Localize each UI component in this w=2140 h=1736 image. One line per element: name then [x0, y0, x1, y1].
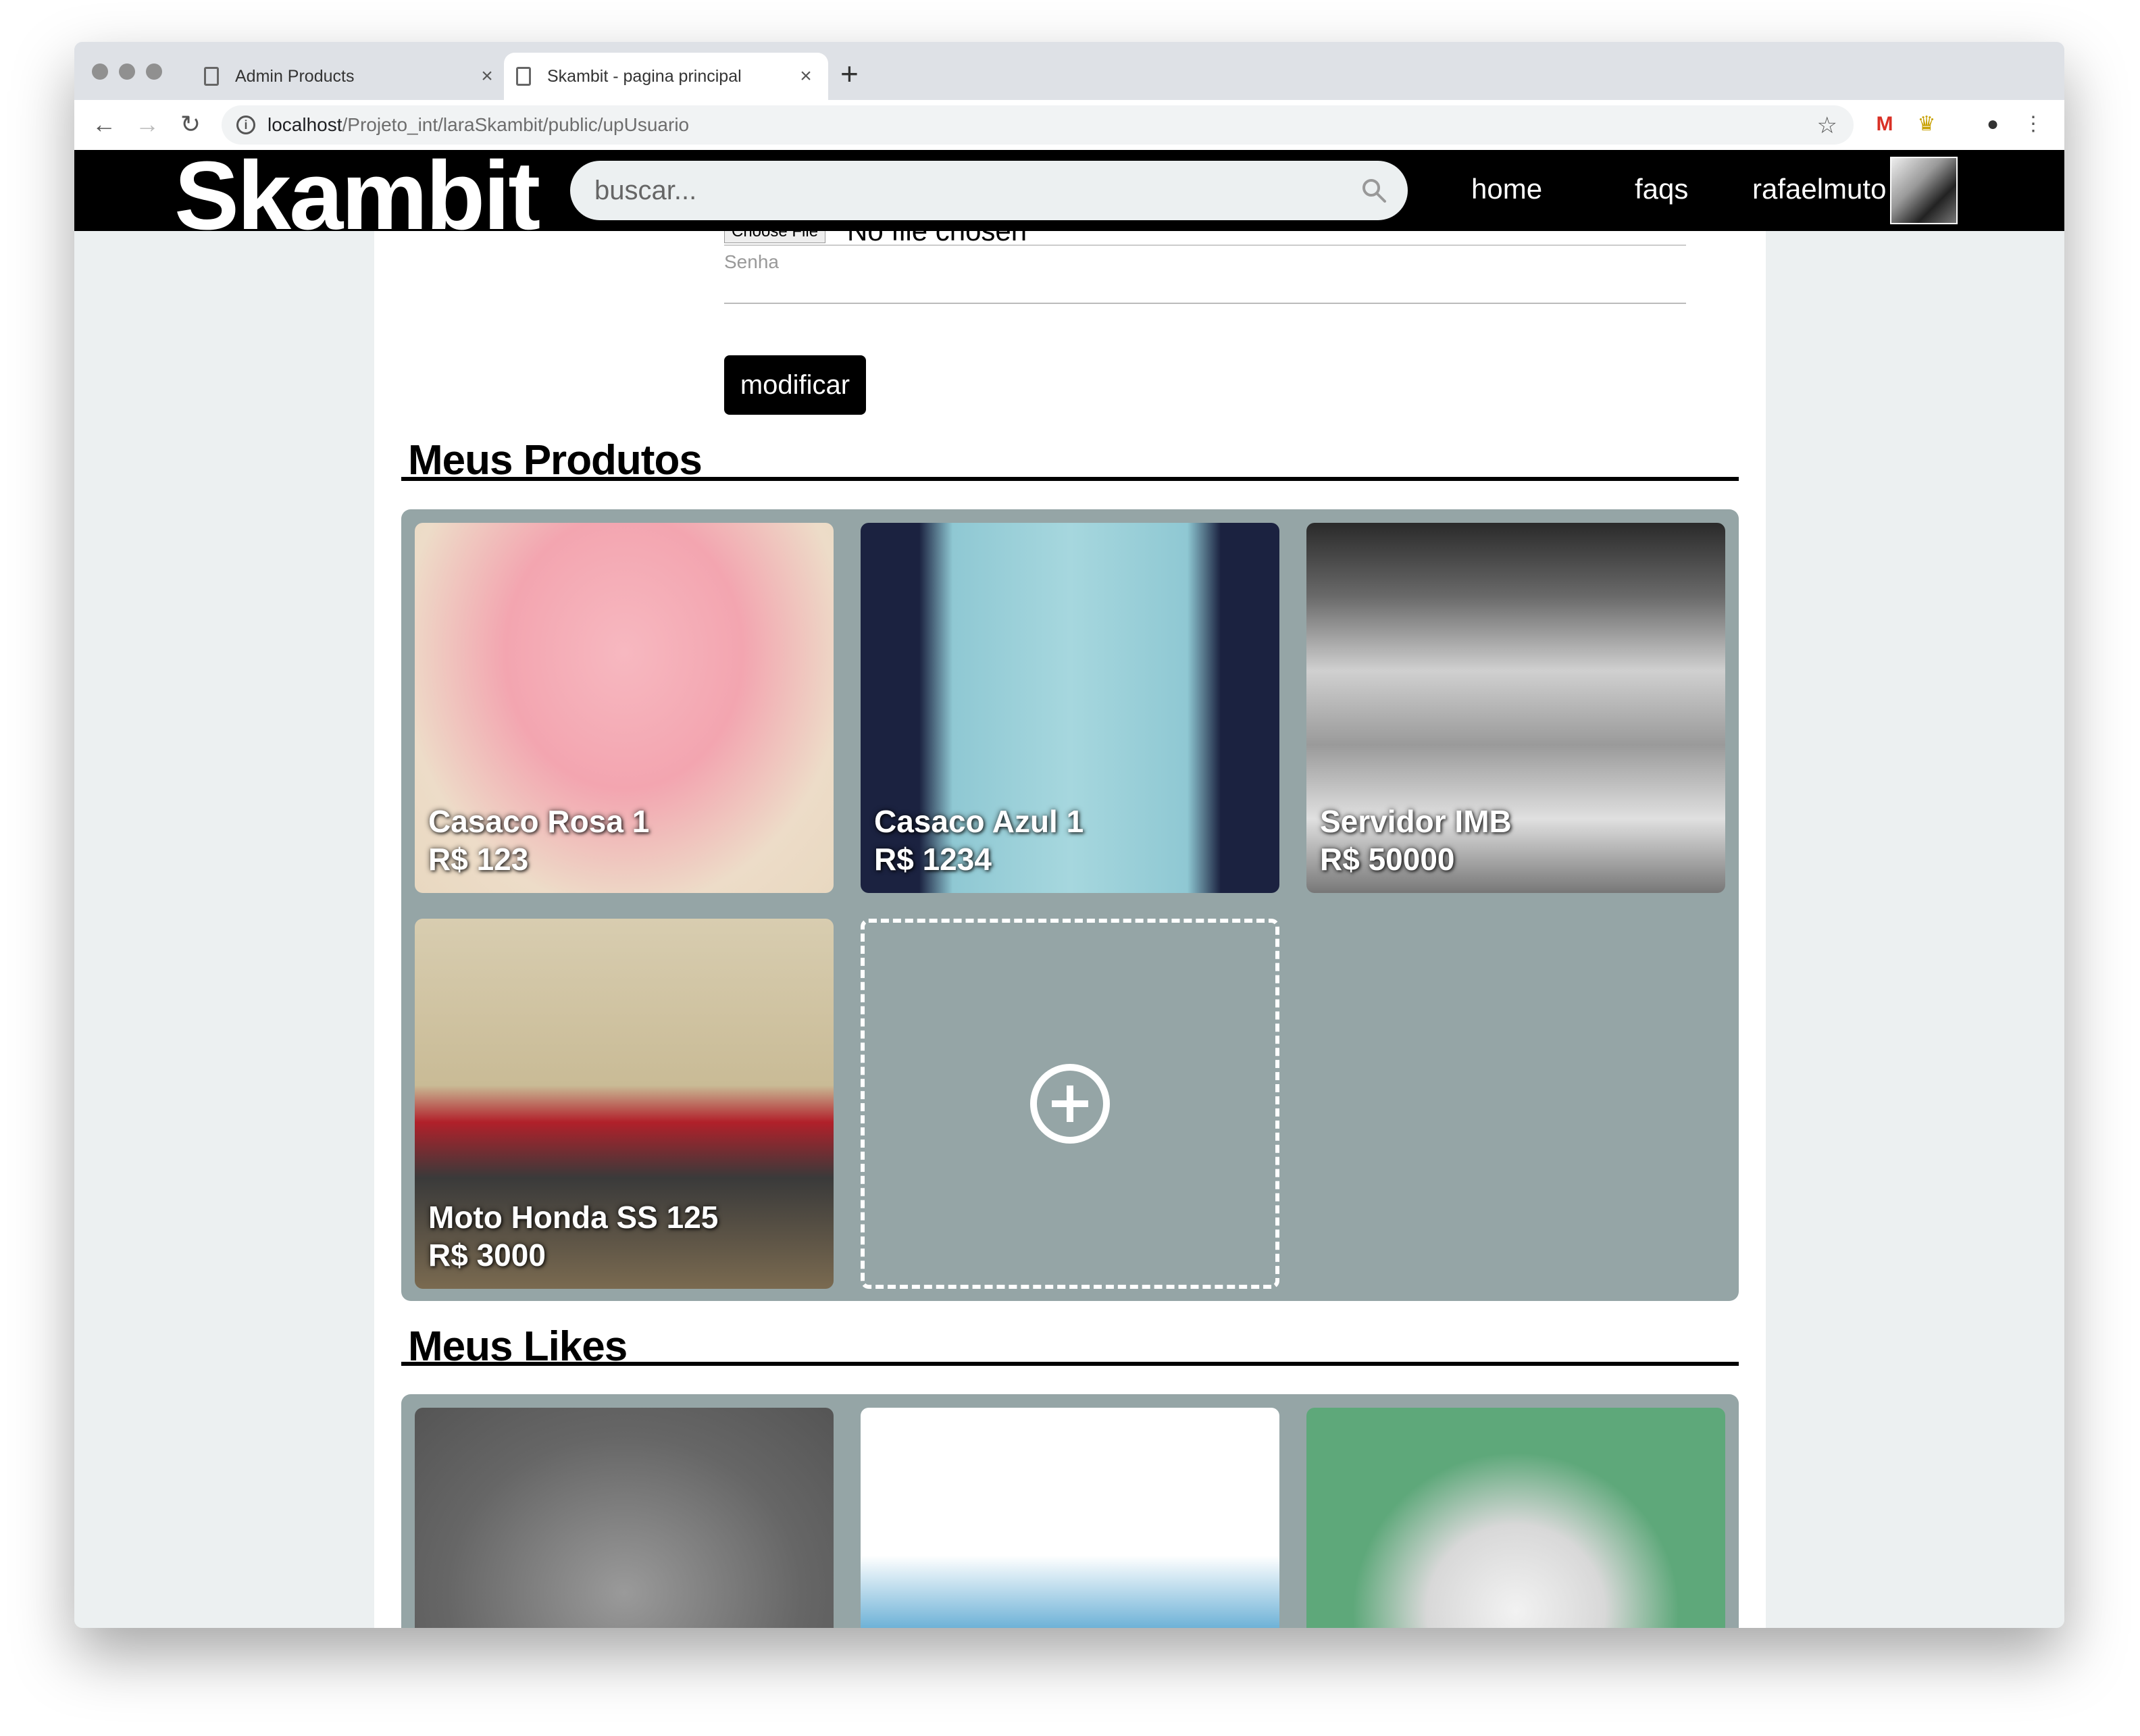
product-card[interactable]: Moto Honda SS 125 R$ 3000 [415, 919, 834, 1289]
window-zoom-dot[interactable] [146, 63, 162, 80]
window-minimize-dot[interactable] [119, 63, 135, 80]
liked-product-card[interactable] [1306, 1408, 1725, 1628]
senha-field[interactable] [724, 303, 1686, 304]
liked-product-card[interactable] [415, 1408, 834, 1628]
tab-strip: Admin Products × Skambit - pagina princi… [74, 42, 2064, 100]
close-tab-icon[interactable]: × [796, 66, 816, 86]
site-header: Skambit home faqs rafaelmuto [74, 150, 2064, 245]
search-icon[interactable] [1360, 177, 1387, 204]
main-content: Choose File No file chosen Senha modific… [374, 150, 1766, 1628]
url-path: /Projeto_int/laraSkambit/public/upUsuari… [342, 114, 690, 135]
window-close-dot[interactable] [92, 63, 108, 80]
tab-title: Admin Products [235, 66, 355, 86]
product-caption: Moto Honda SS 125 R$ 3000 [428, 1198, 718, 1274]
info-icon[interactable]: i [236, 116, 255, 134]
browser-toolbar: ← → ↻ i localhost/Projeto_int/laraSkambi… [74, 100, 2064, 150]
section-divider [401, 477, 1739, 481]
product-name: Casaco Azul 1 [874, 804, 1084, 839]
product-caption: Casaco Rosa 1 R$ 123 [428, 802, 649, 878]
gmail-extension-icon[interactable]: M [1871, 111, 1898, 138]
tab-admin-products[interactable]: Admin Products × [192, 53, 509, 100]
liked-product-card[interactable] [861, 1408, 1279, 1628]
product-name: Servidor IMB [1320, 804, 1512, 839]
bookmark-star-icon[interactable]: ☆ [1817, 112, 1837, 139]
product-price: R$ 123 [428, 842, 529, 877]
url-host: localhost [268, 114, 342, 135]
product-price: R$ 50000 [1320, 842, 1455, 877]
url-text: localhost/Projeto_int/laraSkambit/public… [268, 114, 689, 136]
product-card[interactable]: Servidor IMB R$ 50000 [1306, 523, 1725, 893]
add-circle-icon [1030, 1064, 1110, 1144]
reload-icon[interactable]: ↻ [174, 108, 207, 141]
forward-arrow-icon[interactable]: → [131, 108, 163, 141]
nav-user[interactable]: rafaelmuto [1752, 173, 1886, 205]
page-viewport: Choose File No file chosen Senha modific… [74, 150, 2064, 1628]
avatar[interactable] [1890, 157, 1958, 224]
search-bar [570, 161, 1408, 220]
browser-window: Admin Products × Skambit - pagina princi… [74, 42, 2064, 1628]
new-tab-icon[interactable]: + [840, 58, 859, 89]
product-price: R$ 3000 [428, 1237, 546, 1273]
document-icon [204, 67, 219, 86]
product-card[interactable]: Casaco Azul 1 R$ 1234 [861, 523, 1279, 893]
modificar-button[interactable]: modificar [724, 355, 866, 415]
nav-faqs[interactable]: faqs [1635, 173, 1688, 205]
address-bar[interactable]: i localhost/Projeto_int/laraSkambit/publ… [222, 105, 1854, 145]
site-logo[interactable]: Skambit [174, 150, 540, 245]
likes-grid [401, 1394, 1739, 1628]
product-price: R$ 1234 [874, 842, 992, 877]
back-arrow-icon[interactable]: ← [88, 108, 120, 141]
nav-home[interactable]: home [1471, 173, 1542, 205]
tab-skambit[interactable]: Skambit - pagina principal × [504, 53, 828, 100]
add-product-button[interactable] [861, 919, 1279, 1289]
produtos-grid: Casaco Rosa 1 R$ 123 Casaco Azul 1 R$ 12… [401, 509, 1739, 1301]
tab-title: Skambit - pagina principal [547, 66, 742, 86]
product-caption: Servidor IMB R$ 50000 [1320, 802, 1512, 878]
product-name: Moto Honda SS 125 [428, 1200, 719, 1235]
close-tab-icon[interactable]: × [477, 66, 497, 86]
extension-icon[interactable]: ♛ [1913, 111, 1940, 138]
search-input[interactable] [594, 170, 1338, 211]
section-divider [401, 1362, 1739, 1366]
document-icon [516, 67, 531, 86]
product-card[interactable]: Casaco Rosa 1 R$ 123 [415, 523, 834, 893]
product-caption: Casaco Azul 1 R$ 1234 [874, 802, 1084, 878]
profile-icon[interactable]: ● [1979, 111, 2006, 138]
menu-kebab-icon[interactable]: ⋮ [2020, 111, 2047, 138]
senha-label: Senha [724, 251, 779, 272]
product-name: Casaco Rosa 1 [428, 804, 650, 839]
